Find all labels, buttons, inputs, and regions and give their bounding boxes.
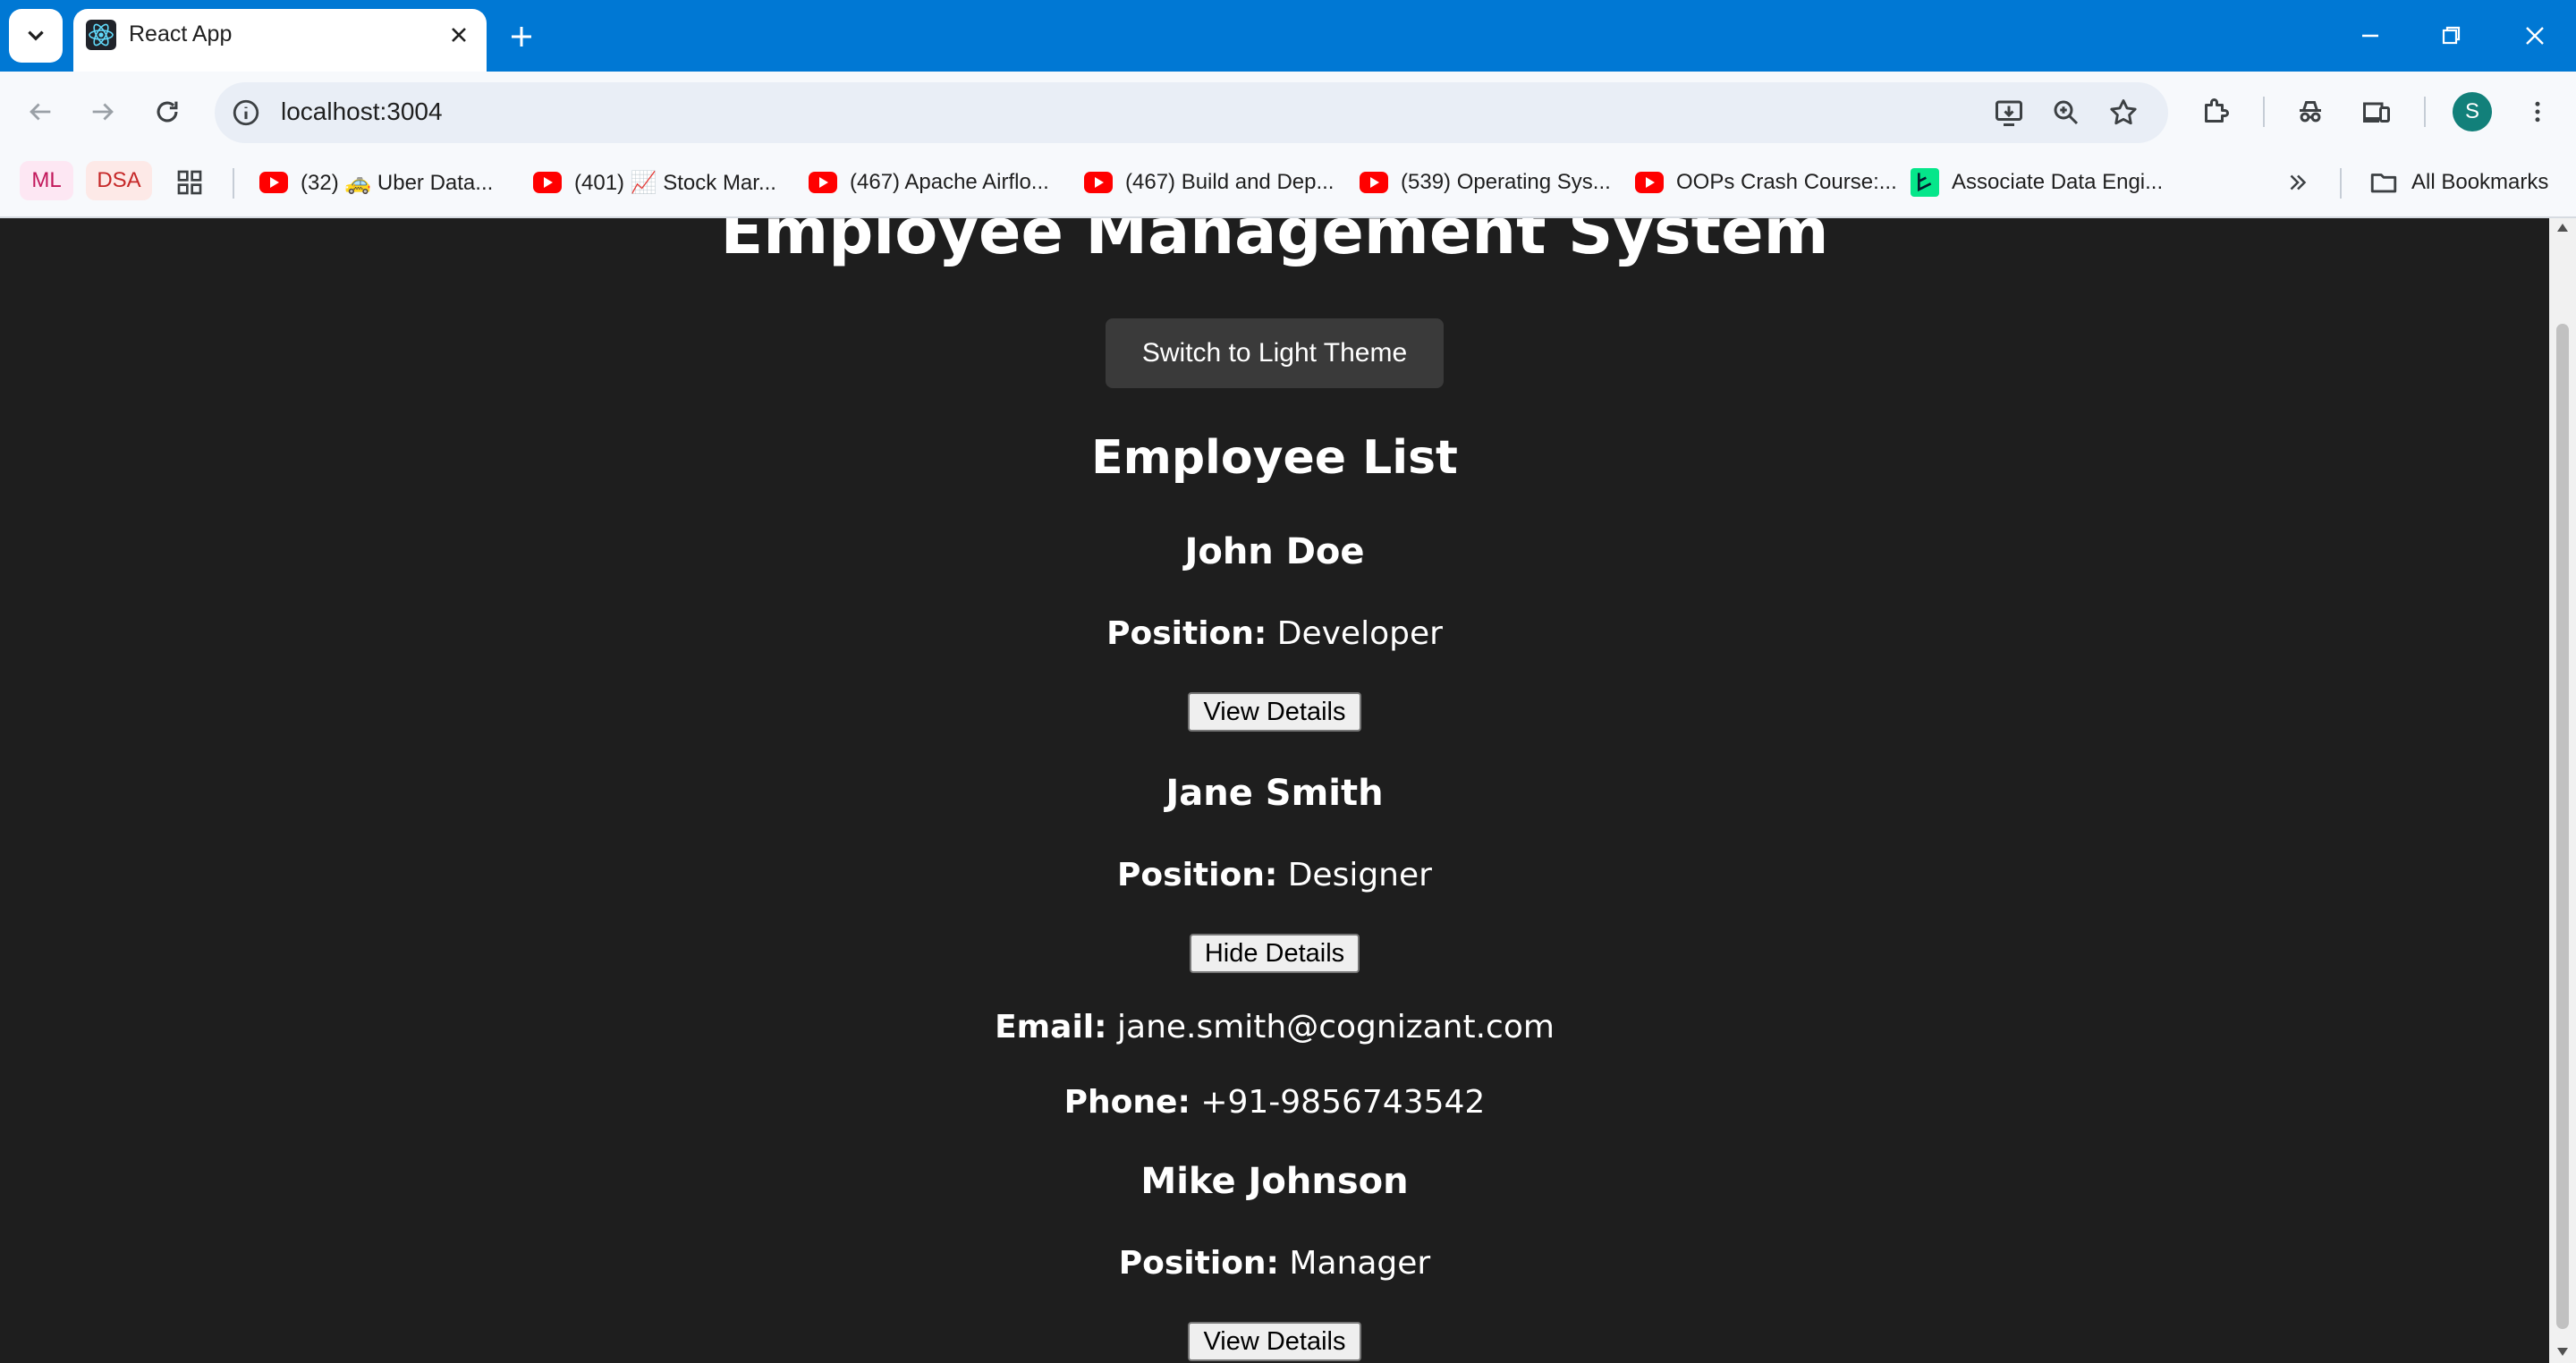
bookmark-folder-ml[interactable]: ML bbox=[20, 161, 73, 200]
employee-name: Mike Johnson bbox=[1140, 1161, 1409, 1202]
app-viewport: Employee Management System Switch to Lig… bbox=[0, 218, 2549, 1363]
position-label: Position: bbox=[1106, 615, 1267, 652]
forward-button[interactable] bbox=[82, 91, 123, 132]
phone-value: +91-9856743542 bbox=[1200, 1084, 1486, 1121]
bookmark-item[interactable]: (467) Apache Airflo... bbox=[809, 165, 1049, 200]
bookmark-label: OOPs Crash Course:... bbox=[1676, 170, 1897, 194]
puzzle-icon bbox=[2205, 98, 2229, 123]
browser-toolbar: localhost:3004 S bbox=[0, 72, 2576, 152]
position-value: Designer bbox=[1287, 857, 1432, 893]
incognito-icon bbox=[2300, 101, 2321, 123]
youtube-icon bbox=[1084, 172, 1113, 193]
scroll-thumb[interactable] bbox=[2556, 324, 2569, 1329]
position-label: Position: bbox=[1118, 1245, 1279, 1282]
apps-button[interactable] bbox=[175, 165, 204, 200]
bookmark-label: (467) Apache Airflo... bbox=[850, 170, 1049, 194]
employee-email: Email: jane.smith@cognizant.com bbox=[0, 1009, 2549, 1046]
browser-titlebar: React App bbox=[0, 0, 2576, 72]
bookmark-item[interactable]: OOPs Crash Course:... bbox=[1635, 165, 1897, 200]
install-app-icon[interactable] bbox=[1993, 97, 2025, 129]
incognito-button[interactable] bbox=[2290, 91, 2331, 132]
devices-button[interactable] bbox=[2356, 91, 2397, 132]
browser-tab[interactable]: React App bbox=[73, 9, 487, 72]
employee-position: Position: Developer bbox=[0, 615, 2549, 652]
bookmark-item[interactable]: Associate Data Engi... bbox=[1911, 165, 2163, 200]
youtube-icon bbox=[259, 172, 288, 193]
page-scrollbar[interactable] bbox=[2549, 218, 2576, 1363]
chevron-down-icon bbox=[28, 30, 44, 41]
bookmark-label: (401) 📈 Stock Mar... bbox=[574, 170, 776, 195]
bookmark-label: Associate Data Engi... bbox=[1952, 170, 2164, 194]
phone-label: Phone: bbox=[1063, 1084, 1191, 1121]
position-label: Position: bbox=[1117, 857, 1278, 893]
email-label: Email: bbox=[995, 1009, 1107, 1046]
bookmark-star-icon[interactable] bbox=[2107, 97, 2140, 129]
youtube-icon bbox=[809, 172, 837, 193]
zoom-icon[interactable] bbox=[2050, 97, 2082, 129]
employee-list-heading: Employee List bbox=[1091, 431, 1458, 485]
menu-button[interactable] bbox=[2517, 91, 2558, 132]
employee-phone: Phone: +91-9856743542 bbox=[0, 1084, 2549, 1121]
bookmark-label: (32) 🚕 Uber Data... bbox=[301, 170, 494, 195]
arrow-left-icon bbox=[30, 103, 51, 121]
bookmarks-divider bbox=[233, 168, 234, 199]
toolbar-divider bbox=[2263, 97, 2265, 127]
profile-avatar[interactable]: S bbox=[2453, 92, 2492, 131]
view-details-button[interactable]: View Details bbox=[1188, 692, 1361, 732]
bookmark-folder-dsa[interactable]: DSA bbox=[86, 161, 152, 200]
youtube-icon bbox=[533, 172, 562, 193]
bookmark-item[interactable]: (539) Operating Sys... bbox=[1360, 165, 1611, 200]
tab-title: React App bbox=[129, 21, 233, 47]
position-value: Manager bbox=[1289, 1245, 1431, 1282]
reload-icon bbox=[157, 101, 178, 123]
more-bookmarks-button[interactable] bbox=[2284, 165, 2311, 200]
minimize-icon[interactable] bbox=[2354, 20, 2386, 52]
employee-position: Position: Manager bbox=[0, 1245, 2549, 1282]
bookmark-item[interactable]: (467) Build and Dep... bbox=[1084, 165, 1334, 200]
bookmark-label: (467) Build and Dep... bbox=[1125, 170, 1335, 194]
folder-icon bbox=[2370, 174, 2397, 193]
page-title: Employee Management System bbox=[720, 218, 1829, 268]
hide-details-button[interactable]: Hide Details bbox=[1190, 934, 1360, 973]
reload-button[interactable] bbox=[147, 91, 188, 132]
scroll-down-arrow-icon[interactable] bbox=[2555, 1345, 2570, 1358]
position-value: Developer bbox=[1276, 615, 1443, 652]
theme-toggle-button[interactable]: Switch to Light Theme bbox=[1106, 318, 1444, 388]
all-bookmarks-button[interactable]: All Bookmarks bbox=[2368, 165, 2548, 200]
bookmarks-bar: ML DSA (32) 🚕 Uber Data... (401) 📈 Stock… bbox=[0, 152, 2576, 218]
more-vert-icon bbox=[2535, 101, 2540, 123]
employee-name: Jane Smith bbox=[1165, 773, 1384, 814]
bookmark-item[interactable]: (401) 📈 Stock Mar... bbox=[533, 165, 776, 200]
chevron-double-right-icon bbox=[2290, 174, 2307, 190]
extensions-button[interactable] bbox=[2195, 91, 2236, 132]
arrow-right-icon bbox=[92, 103, 114, 121]
bookmarks-divider bbox=[2340, 168, 2342, 199]
view-details-button[interactable]: View Details bbox=[1188, 1322, 1361, 1361]
youtube-icon bbox=[1635, 172, 1664, 193]
employee-name: John Doe bbox=[1184, 531, 1365, 572]
employee-position: Position: Designer bbox=[0, 857, 2549, 893]
tab-search-button[interactable] bbox=[9, 9, 63, 63]
scroll-up-arrow-icon[interactable] bbox=[2555, 222, 2570, 234]
new-tab-icon[interactable] bbox=[506, 21, 537, 52]
email-value: jane.smith@cognizant.com bbox=[1117, 1009, 1555, 1046]
react-logo-icon bbox=[86, 20, 116, 50]
address-bar[interactable]: localhost:3004 bbox=[215, 82, 2168, 143]
devices-icon bbox=[2363, 102, 2390, 123]
youtube-icon bbox=[1360, 172, 1388, 193]
all-bookmarks-label: All Bookmarks bbox=[2411, 170, 2549, 194]
bookmark-label: (539) Operating Sys... bbox=[1401, 170, 1611, 194]
apps-grid-icon bbox=[177, 170, 202, 195]
close-window-icon[interactable] bbox=[2519, 20, 2551, 52]
site-info-icon[interactable] bbox=[231, 97, 261, 128]
close-icon[interactable] bbox=[445, 21, 472, 48]
back-button[interactable] bbox=[20, 91, 61, 132]
datacamp-icon bbox=[1911, 168, 1939, 197]
url-text[interactable]: localhost:3004 bbox=[281, 97, 443, 126]
bookmark-item[interactable]: (32) 🚕 Uber Data... bbox=[259, 165, 493, 200]
restore-icon[interactable] bbox=[2435, 20, 2467, 52]
toolbar-divider bbox=[2424, 97, 2426, 127]
